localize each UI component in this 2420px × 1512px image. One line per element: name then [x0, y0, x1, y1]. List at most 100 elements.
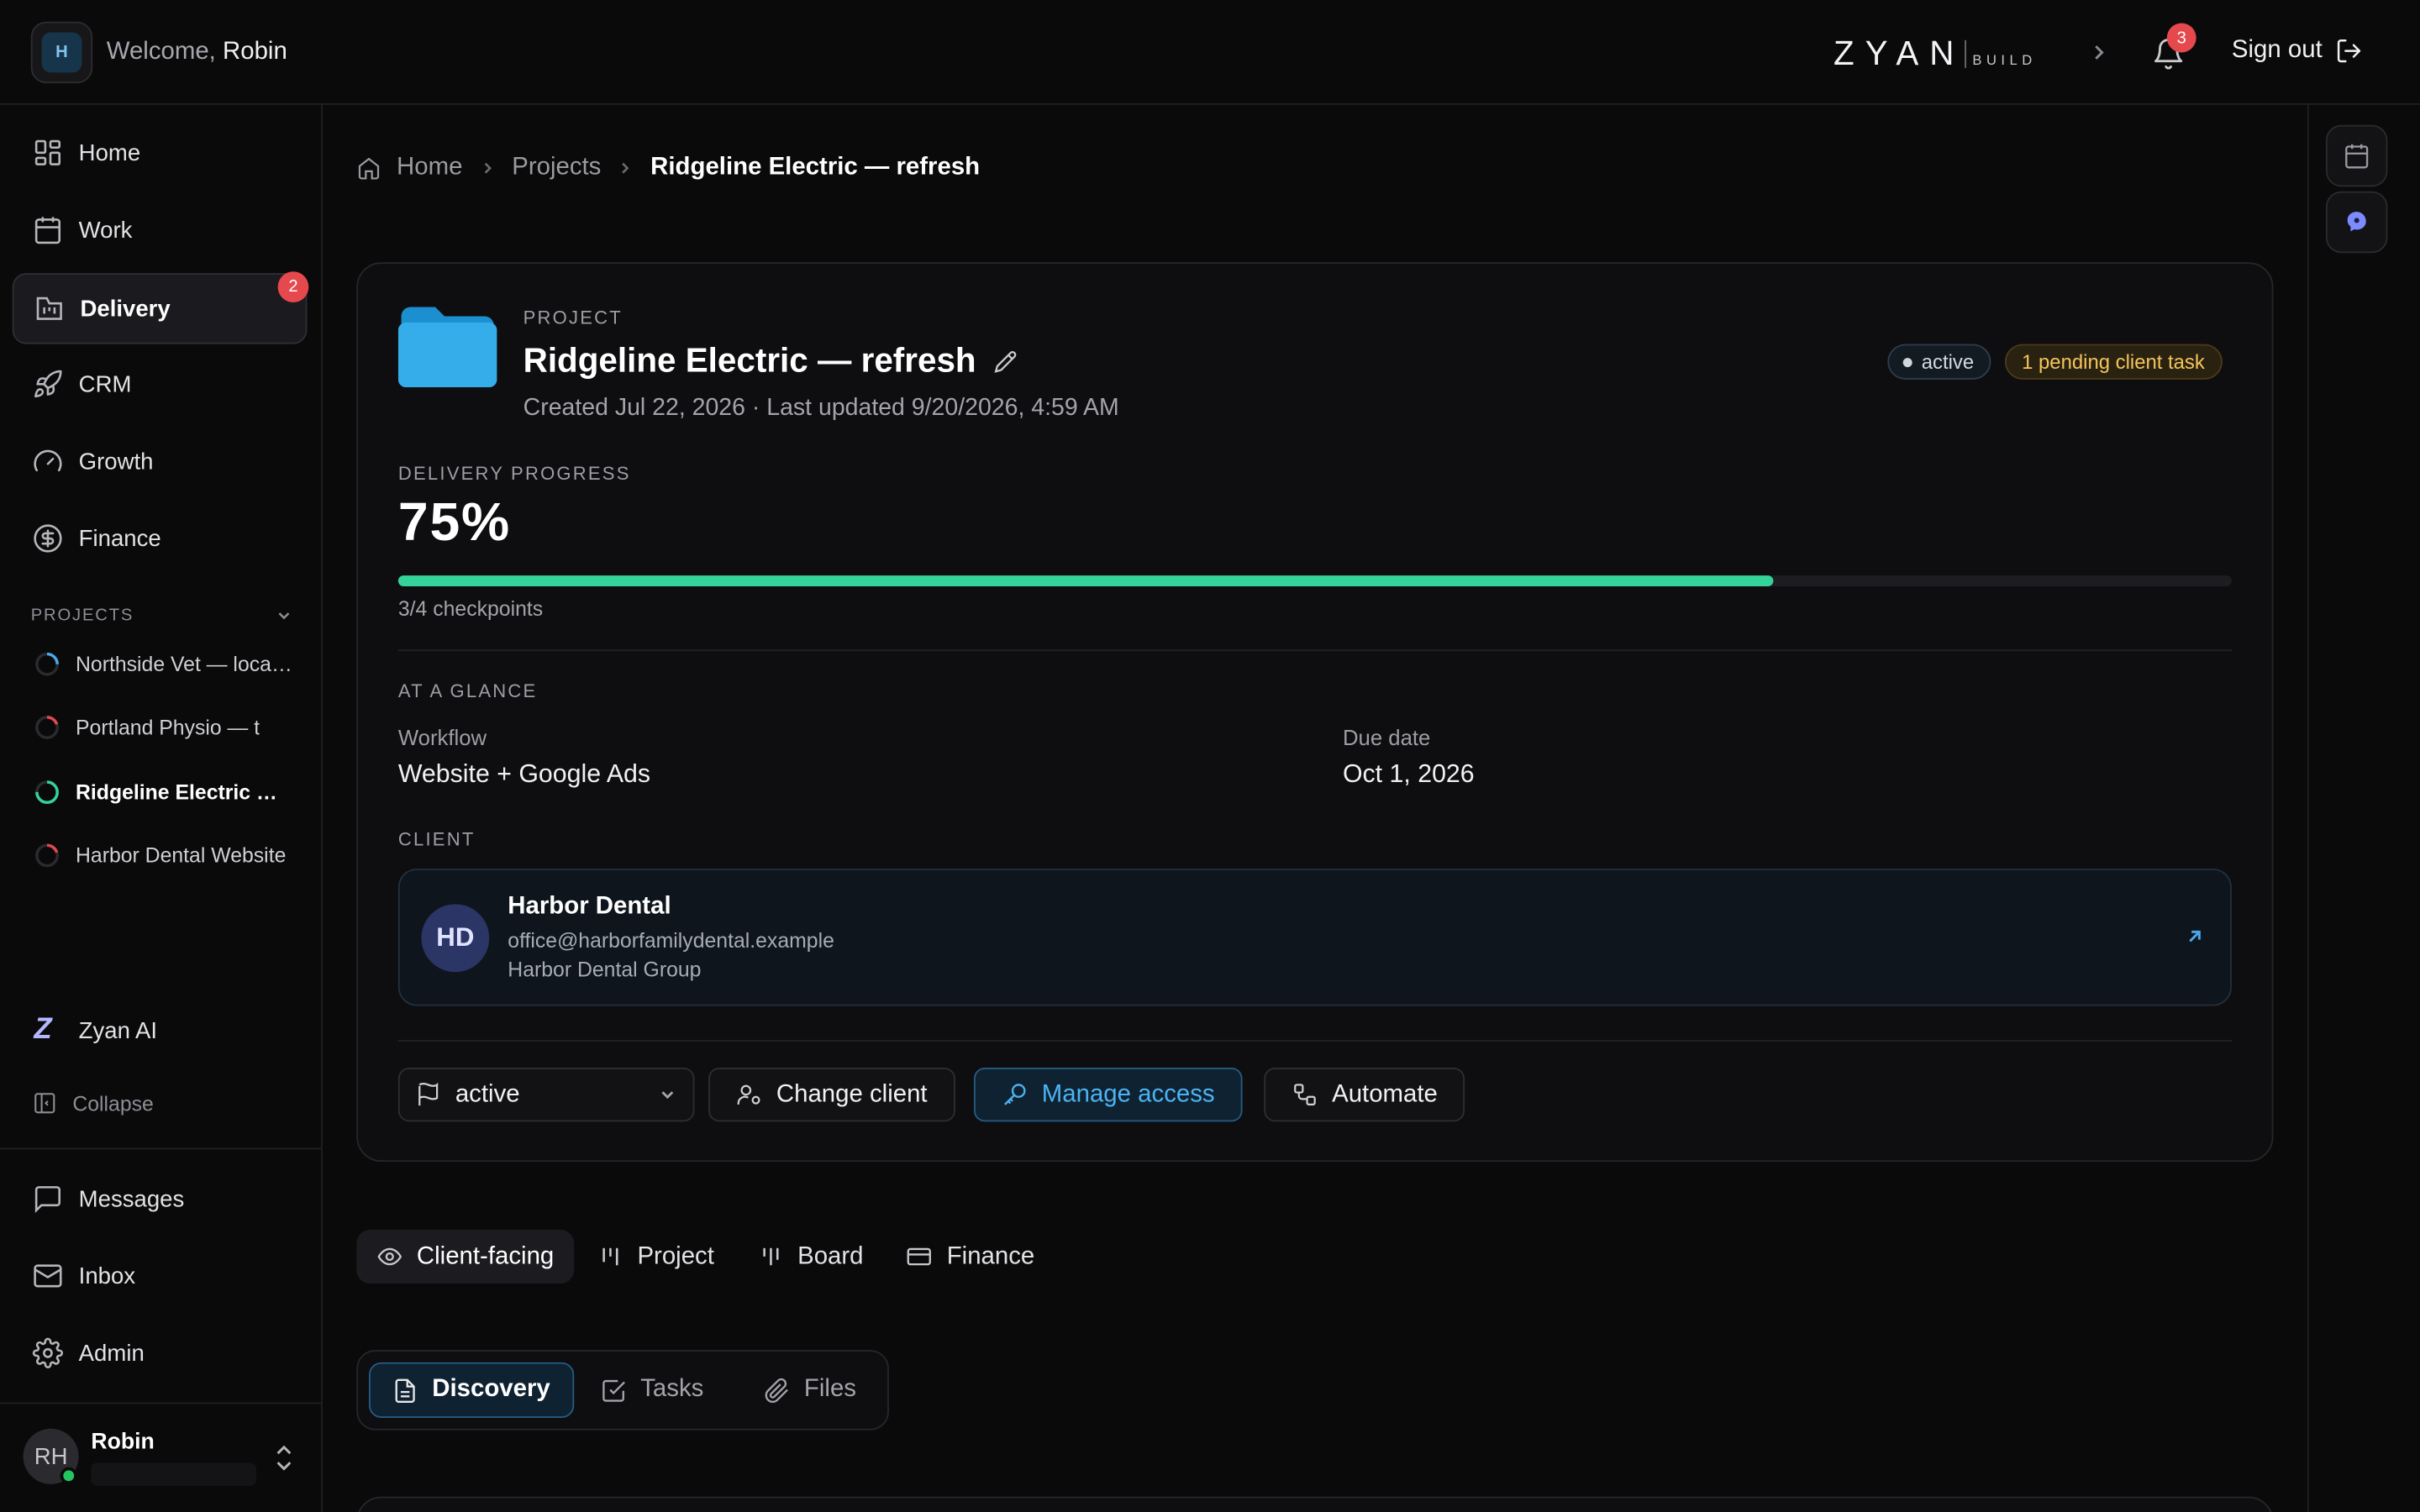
sidebar-item-delivery[interactable]: Delivery [12, 273, 308, 344]
sidebar-item-home[interactable]: Home [13, 118, 308, 188]
content-subtabs: Discovery Tasks Files [356, 1350, 889, 1431]
sidebar-item-zyan-ai[interactable]: Z Zyan AI [34, 1014, 157, 1047]
progress-percent: 75% [397, 491, 512, 553]
sidebar-item-label: Finance [78, 525, 161, 552]
calendar-rail-button[interactable] [2325, 124, 2388, 187]
sidebar-item-label: Messages [78, 1185, 185, 1212]
external-link-icon[interactable] [2184, 926, 2206, 948]
client-avatar: HD [421, 904, 490, 973]
breadcrumb-home[interactable]: Home [397, 155, 462, 182]
sidebar-collapse-icon [34, 1093, 55, 1114]
calendar-icon [2345, 144, 2369, 169]
ai-assistant-rail-button[interactable] [2325, 191, 2388, 254]
tab-label: Board [797, 1242, 864, 1269]
change-client-label: Change client [776, 1080, 928, 1107]
sign-out-label: Sign out [2231, 37, 2323, 64]
projects-heading: PROJECTS [30, 606, 134, 625]
client-email: office@harborfamilydental.example [508, 928, 834, 953]
sign-out-button[interactable]: Sign out [2232, 37, 2363, 65]
user-menu-button[interactable]: RH Robin [23, 1428, 302, 1488]
sidebar-item-admin[interactable]: Admin [13, 1318, 308, 1389]
folder-icon [397, 307, 497, 388]
project-label: Northside Vet — local SEO [75, 652, 297, 676]
zyan-ai-label: Zyan AI [78, 1017, 158, 1044]
brand-logo[interactable]: ZYAN BUILD [1833, 34, 2037, 71]
tab-label: Client-facing [416, 1242, 555, 1269]
tab-project[interactable]: Project [577, 1230, 734, 1284]
tab-label: Project [637, 1242, 714, 1269]
sidebar-divider [0, 1402, 322, 1404]
gauge-icon [34, 449, 62, 472]
calendar-icon [34, 217, 61, 244]
sidebar-project-northside-vet[interactable]: Northside Vet — local SEO [34, 651, 297, 677]
sidebar-project-portland-physio[interactable]: Portland Physio — t [34, 714, 296, 740]
sidebar-project-harbor-dental[interactable]: Harbor Dental Website [34, 843, 296, 869]
projects-section-header[interactable]: PROJECTS [31, 606, 293, 625]
check-square-icon [602, 1379, 625, 1401]
sidebar-project-ridgeline-electric[interactable]: Ridgeline Electric — refresh [34, 780, 297, 806]
chevron-right-icon[interactable] [2090, 40, 2108, 65]
zyan-ai-icon: Z [34, 1013, 52, 1047]
sidebar-item-label: Delivery [80, 295, 171, 322]
project-title: Ridgeline Electric — refresh [523, 341, 1018, 381]
sidebar-item-growth[interactable]: Growth [13, 426, 308, 496]
manage-access-button[interactable]: Manage access [973, 1068, 1243, 1122]
client-organization: Harbor Dental Group [508, 958, 702, 982]
delivery-count-badge: 2 [277, 271, 309, 302]
paperclip-icon [765, 1377, 788, 1403]
collapse-label: Collapse [72, 1091, 154, 1116]
chevrons-up-down-icon [276, 1445, 292, 1471]
client-section-label: CLIENT [397, 828, 476, 851]
tab-finance[interactable]: Finance [886, 1230, 1055, 1284]
log-out-icon [2337, 39, 2360, 63]
brain-assistant-icon [2347, 212, 2366, 232]
right-rail [2307, 104, 2420, 1512]
subtab-tasks[interactable]: Tasks [579, 1362, 725, 1418]
subtab-label: Discovery [432, 1376, 550, 1403]
mail-icon [34, 1264, 62, 1288]
progress-bar-fill [397, 575, 1774, 586]
pending-task-badge[interactable]: 1 pending client task [2004, 344, 2223, 380]
brand-separator [1965, 39, 1967, 68]
card-divider [397, 1039, 2232, 1042]
sidebar-item-label: Admin [78, 1340, 145, 1367]
collapse-sidebar-button[interactable]: Collapse [33, 1091, 154, 1116]
glance-label: AT A GLANCE [397, 680, 538, 702]
progress-ring-icon [35, 780, 59, 805]
tab-board[interactable]: Board [737, 1230, 883, 1284]
sidebar-item-inbox[interactable]: Inbox [13, 1241, 308, 1311]
file-text-icon [395, 1378, 415, 1403]
automate-button[interactable]: Automate [1264, 1068, 1465, 1122]
sidebar-item-messages[interactable]: Messages [13, 1163, 308, 1234]
welcome-name: Robin [223, 38, 287, 66]
change-client-button[interactable]: Change client [708, 1068, 955, 1122]
subtab-label: Tasks [640, 1376, 704, 1403]
sidebar-item-label: CRM [78, 370, 132, 397]
sidebar-item-work[interactable]: Work [13, 194, 308, 265]
rocket-icon [34, 370, 62, 398]
breadcrumb-projects[interactable]: Projects [512, 155, 601, 182]
breadcrumb-current: Ridgeline Electric — refresh [650, 154, 981, 181]
subtab-files[interactable]: Files [742, 1362, 877, 1418]
pencil-icon[interactable] [995, 349, 1018, 373]
sidebar-item-crm[interactable]: CRM [13, 349, 308, 419]
sidebar-item-label: Home [78, 139, 141, 166]
project-eyebrow: PROJECT [523, 307, 623, 329]
project-title-text: Ridgeline Electric — refresh [523, 340, 976, 380]
sidebar-item-label: Growth [78, 448, 154, 475]
view-tabs: Client-facing Project Board Finance [356, 1229, 1058, 1284]
workspace-avatar-button[interactable]: H [30, 21, 93, 84]
sidebar-item-finance[interactable]: Finance [13, 503, 308, 574]
subtab-discovery[interactable]: Discovery [368, 1362, 574, 1418]
manage-access-label: Manage access [1041, 1080, 1215, 1107]
tab-client-facing[interactable]: Client-facing [356, 1229, 575, 1284]
project-card: PROJECT Ridgeline Electric — refresh Cre… [356, 262, 2274, 1163]
sidebar-divider [0, 1147, 322, 1150]
workspace-initial: H [41, 32, 82, 73]
key-icon [1004, 1084, 1026, 1105]
status-select[interactable]: active [397, 1068, 695, 1122]
welcome-text: Welcome, Robin [107, 39, 287, 66]
client-card[interactable]: HD Harbor Dental office@harborfamilydent… [397, 869, 2232, 1006]
dollar-circle-icon [34, 524, 62, 553]
credit-card-icon [908, 1247, 932, 1266]
